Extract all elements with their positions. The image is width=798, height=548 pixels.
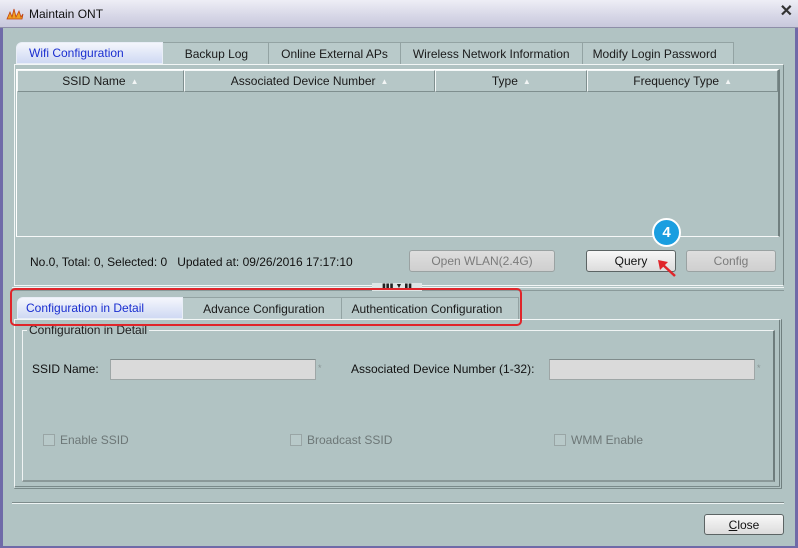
sort-ascending-icon: ▲ xyxy=(724,76,732,86)
ssid-name-label: SSID Name: xyxy=(32,362,99,376)
close-label: lose xyxy=(737,517,760,532)
tab-wireless-network-information[interactable]: Wireless Network Information xyxy=(399,42,583,64)
sort-ascending-icon: ▲ xyxy=(522,76,531,86)
tab-online-external-aps[interactable]: Online External APs xyxy=(268,42,401,64)
column-header-frequency-type[interactable]: Frequency Type ▲ xyxy=(587,70,778,92)
configuration-group xyxy=(22,330,775,482)
checkbox-box[interactable] xyxy=(554,434,566,446)
tab-configuration-in-detail[interactable]: Configuration in Detail xyxy=(17,297,184,319)
group-title: Configuration in Detail xyxy=(27,323,150,337)
column-header-type[interactable]: Type ▲ xyxy=(435,70,588,92)
close-icon[interactable]: ✕ xyxy=(780,4,793,20)
column-header-ssid-name[interactable]: SSID Name ▲ xyxy=(17,70,184,92)
associated-device-number-input[interactable] xyxy=(549,359,755,380)
column-label: Type xyxy=(491,74,518,88)
required-mark: * xyxy=(757,363,761,373)
split-collapse-handle[interactable]: ▮▮▮ ▼ ▮▮ xyxy=(372,283,422,291)
checkbox-box[interactable] xyxy=(43,434,55,446)
associated-device-number-label: Associated Device Number (1-32): xyxy=(351,362,535,376)
tab-wifi-configuration[interactable]: Wifi Configuration xyxy=(16,42,163,64)
column-label: Frequency Type xyxy=(633,74,720,88)
sort-ascending-icon: ▲ xyxy=(130,76,139,86)
tab-backup-log[interactable]: Backup Log xyxy=(161,42,270,64)
broadcast-ssid-checkbox[interactable]: Broadcast SSID xyxy=(290,433,392,447)
checkbox-label: Enable SSID xyxy=(60,433,129,447)
window-title: Maintain ONT xyxy=(29,7,104,21)
open-wlan-button[interactable]: Open WLAN(2.4G) xyxy=(409,250,555,272)
detail-tabbar: Configuration in Detail Advance Configur… xyxy=(17,297,520,319)
tab-authentication-configuration[interactable]: Authentication Configuration xyxy=(340,297,520,319)
table-body[interactable] xyxy=(17,92,778,236)
title-bar[interactable]: Maintain ONT ✕ xyxy=(0,0,798,28)
main-tabbar: Wifi Configuration Backup Log Online Ext… xyxy=(16,42,734,64)
enable-ssid-checkbox[interactable]: Enable SSID xyxy=(43,433,129,447)
config-button[interactable]: Config xyxy=(686,250,776,272)
required-mark: * xyxy=(318,363,322,373)
footer-divider xyxy=(12,502,784,504)
column-label: SSID Name xyxy=(62,74,126,88)
column-label: Associated Device Number xyxy=(230,74,376,88)
tab-advance-configuration[interactable]: Advance Configuration xyxy=(182,297,342,319)
column-header-associated-device-number[interactable]: Associated Device Number ▲ xyxy=(183,70,436,92)
checkbox-label: WMM Enable xyxy=(571,433,644,447)
pointer-arrow-icon xyxy=(658,260,676,277)
wmm-enable-checkbox[interactable]: WMM Enable xyxy=(554,433,643,447)
mnemonic-letter: C xyxy=(728,517,738,532)
close-button[interactable]: Close xyxy=(704,514,784,535)
checkbox-label: Broadcast SSID xyxy=(307,433,393,447)
status-text: No.0, Total: 0, Selected: 0 Updated at: … xyxy=(30,255,353,269)
sort-ascending-icon: ▲ xyxy=(380,76,389,86)
table-header: SSID Name ▲ Associated Device Number ▲ Typ… xyxy=(17,70,778,92)
step-badge: 4 xyxy=(652,218,681,247)
flame-logo-icon xyxy=(6,8,24,20)
ssid-name-input[interactable] xyxy=(110,359,316,380)
tab-modify-login-password[interactable]: Modify Login Password xyxy=(581,42,734,64)
checkbox-box[interactable] xyxy=(290,434,302,446)
wifi-table[interactable]: SSID Name ▲ Associated Device Number ▲ Typ… xyxy=(16,69,780,237)
